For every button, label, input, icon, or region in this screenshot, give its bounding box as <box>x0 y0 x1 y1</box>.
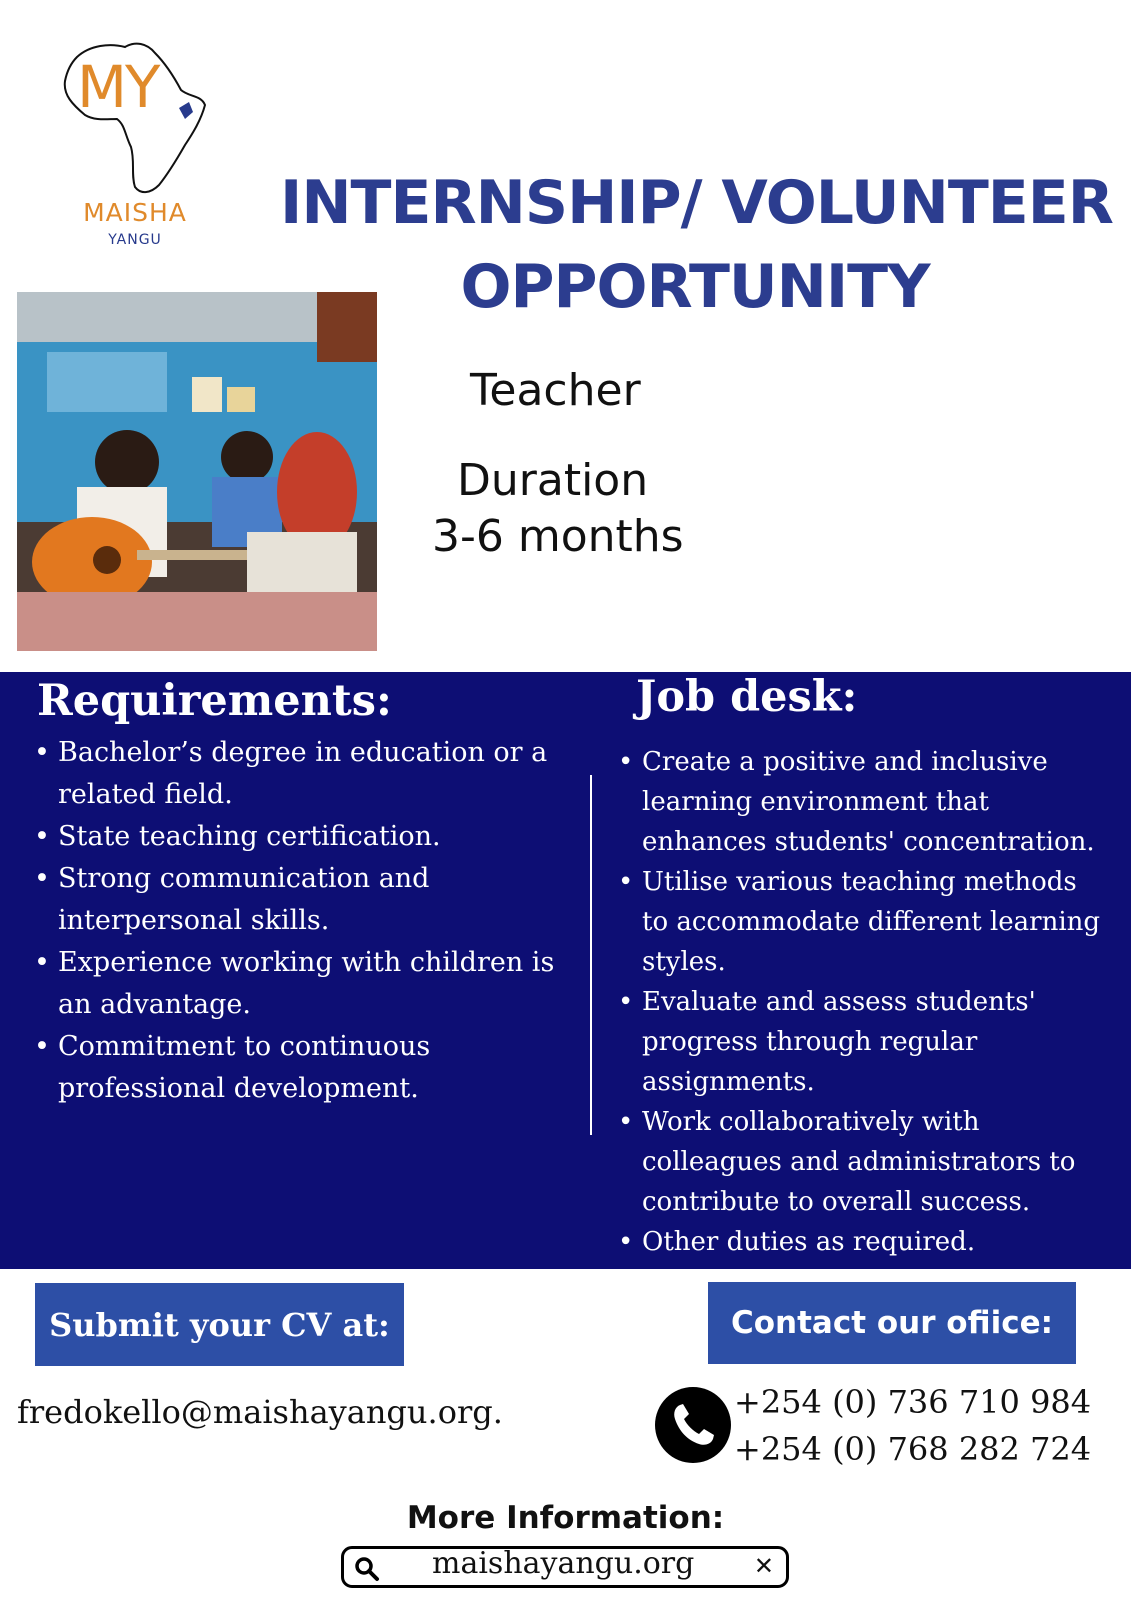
list-item: State teaching certification. <box>34 816 558 858</box>
website-url[interactable]: maishayangu.org <box>432 1546 694 1581</box>
list-item: Strong communication and interpersonal s… <box>34 858 558 942</box>
page-title-line2: OPPORTUNITY <box>460 252 930 322</box>
list-item: Experience working with children is an a… <box>34 942 558 1026</box>
submit-cv-button: Submit your CV at: <box>35 1283 404 1366</box>
duration-value: 3-6 months <box>432 511 684 562</box>
role-title: Teacher <box>470 365 641 416</box>
logo-subname: YANGU <box>108 232 162 248</box>
page-title: INTERNSHIP/ VOLUNTEER <box>280 168 1114 238</box>
list-item: Work collaboratively with colleagues and… <box>618 1102 1102 1222</box>
more-information-label: More Information: <box>406 1500 725 1536</box>
list-item: Commitment to continuous professional de… <box>34 1026 558 1110</box>
phone-number-1[interactable]: +254 (0) 736 710 984 <box>734 1383 1091 1421</box>
job-desk-title: Job desk: <box>636 672 858 722</box>
phone-number-2[interactable]: +254 (0) 768 282 724 <box>734 1430 1091 1468</box>
search-icon <box>355 1557 379 1581</box>
phone-icon <box>653 1385 733 1465</box>
list-item: Other duties as required. <box>618 1222 1102 1262</box>
contact-office-button: Contact our ofiice: <box>708 1282 1076 1364</box>
list-item: Utilise various teaching methods to acco… <box>618 862 1102 982</box>
requirements-list: Bachelor’s degree in education or a rela… <box>34 732 558 1110</box>
list-item: Evaluate and assess students' progress t… <box>618 982 1102 1102</box>
job-desk-list: Create a positive and inclusive learning… <box>618 742 1102 1262</box>
logo-name: MAISHA <box>83 198 187 227</box>
classroom-photo <box>17 292 377 651</box>
column-divider <box>590 775 592 1135</box>
requirements-title: Requirements: <box>37 676 392 726</box>
email-address[interactable]: fredokello@maishayangu.org. <box>17 1393 503 1431</box>
duration-label: Duration <box>457 455 649 506</box>
list-item: Bachelor’s degree in education or a rela… <box>34 732 558 816</box>
list-item: Create a positive and inclusive learning… <box>618 742 1102 862</box>
logo-monogram: MY <box>77 53 160 121</box>
maisha-yangu-logo: MY MAISHA YANGU <box>55 35 215 255</box>
close-icon[interactable]: ✕ <box>754 1552 774 1580</box>
website-search-bar[interactable]: maishayangu.org ✕ <box>341 1546 789 1588</box>
